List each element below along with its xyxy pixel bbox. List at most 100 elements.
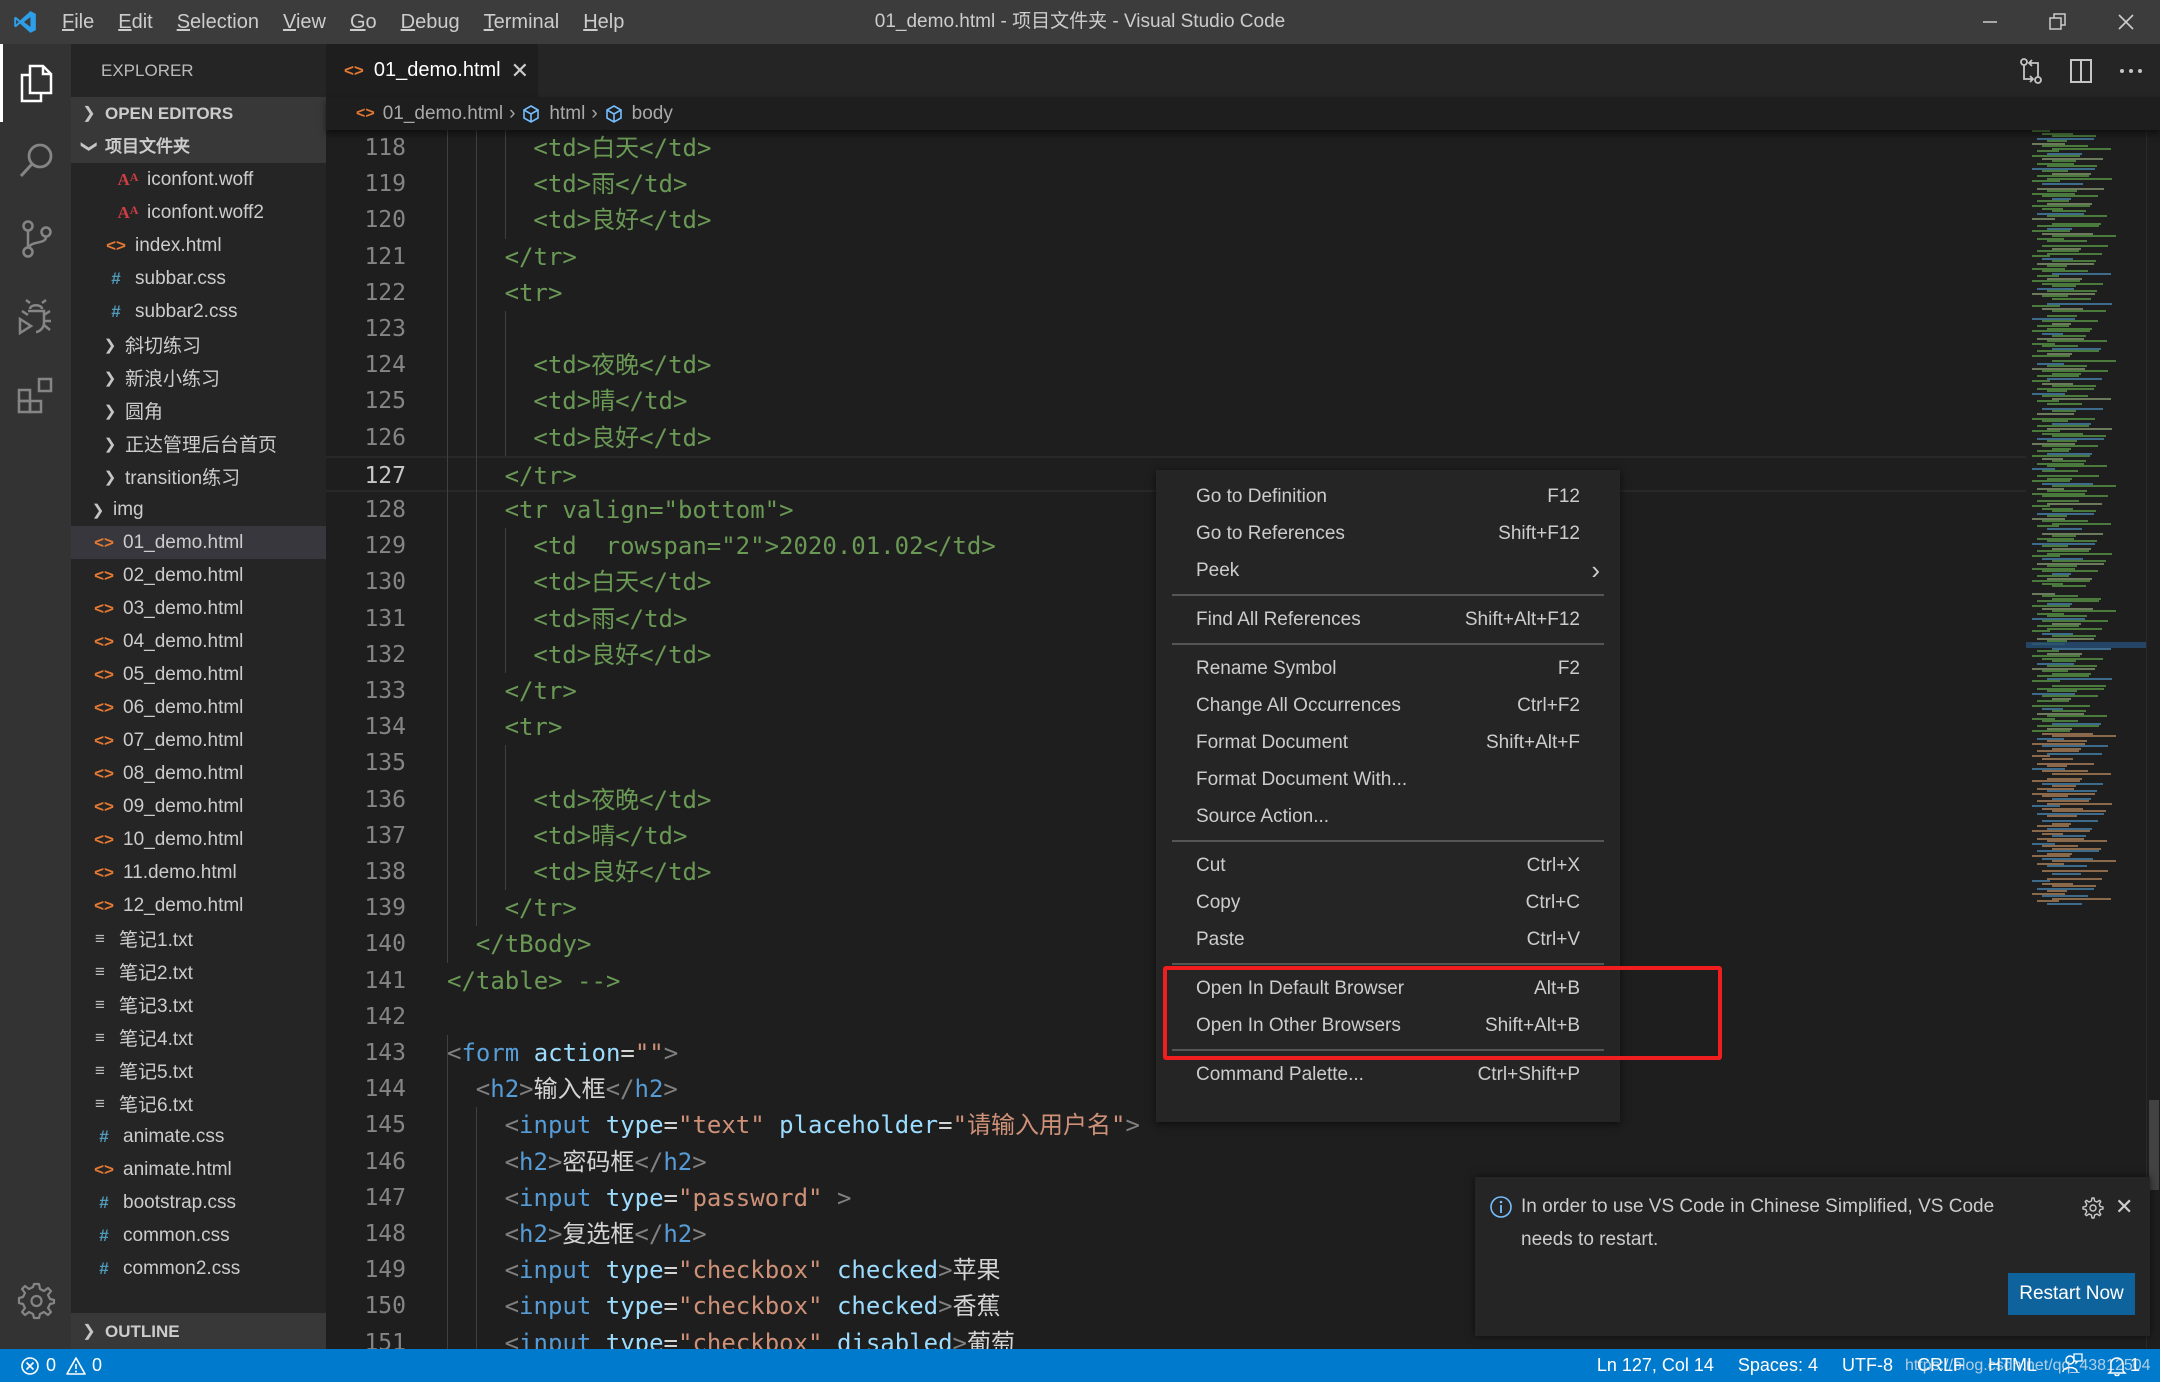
folder-item[interactable]: ❯ transition练习 [71,460,326,493]
context-menu-item[interactable]: Command Palette... Ctrl+Shift+P [1156,1056,1620,1093]
menu-help[interactable]: Help [571,0,636,44]
breadcrumb-file[interactable]: 01_demo.html [383,103,503,125]
eol-status[interactable]: CRLF [1917,1355,1964,1376]
file-item[interactable]: <> 05_demo.html [71,658,326,691]
breadcrumb-html[interactable]: html [549,103,585,125]
file-item[interactable]: <> 01_demo.html [71,526,326,559]
context-menu-item[interactable]: Format Document Shift+Alt+F [1156,724,1620,761]
file-item[interactable]: # animate.css [71,1120,326,1153]
line-content: <td>白天</td> [533,564,711,600]
minimap-line [2047,840,2107,842]
file-item[interactable]: A A iconfont.woff2 [71,196,326,229]
file-item[interactable]: # bootstrap.css [71,1186,326,1219]
feedback-button[interactable] [2061,1352,2083,1379]
activity-source-control[interactable] [0,200,71,278]
context-menu-item[interactable]: Open In Default Browser Alt+B [1156,970,1620,1007]
title-bar: File Edit Selection View Go Debug Terminal Help… [0,0,2160,44]
menu-go[interactable]: Go [338,0,389,44]
file-item[interactable]: ≡ 笔记5.txt [71,1054,326,1087]
scrollbar-thumb[interactable] [2149,1100,2159,1190]
restart-now-button[interactable]: Restart Now [2008,1273,2135,1315]
activity-explorer[interactable] [0,44,71,122]
file-item[interactable]: ≡ 笔记2.txt [71,955,326,988]
file-item[interactable]: <> 02_demo.html [71,559,326,592]
notification-close-icon[interactable]: ✕ [2115,1194,2133,1220]
notifications-button[interactable]: 1 [2107,1355,2140,1377]
outline-section[interactable]: ❯ OUTLINE [71,1313,326,1349]
folder-item[interactable]: ❯ 正达管理后台首页 [71,427,326,460]
activity-manage[interactable] [0,1261,71,1339]
problems-status[interactable]: 0 0 [0,1355,102,1376]
restore-button[interactable] [2024,0,2092,44]
menu-item-shortcut: Shift+Alt+B [1484,1014,1580,1036]
menu-terminal[interactable]: Terminal [472,0,572,44]
open-editors-section[interactable]: ❯ OPEN EDITORS [71,97,326,130]
file-item[interactable]: <> 09_demo.html [71,790,326,823]
file-item[interactable]: <> 04_demo.html [71,625,326,658]
context-menu-item[interactable]: Rename Symbol F2 [1156,650,1620,687]
indentation-status[interactable]: Spaces: 4 [1738,1355,1818,1376]
file-item[interactable]: <> index.html [71,229,326,262]
file-item[interactable]: ≡ 笔记6.txt [71,1087,326,1120]
more-actions-button[interactable] [2116,56,2146,86]
context-menu-item[interactable]: Copy Ctrl+C [1156,884,1620,921]
context-menu-item[interactable]: Format Document With... [1156,761,1620,798]
file-item[interactable]: # subbar2.css [71,295,326,328]
token: = [663,1256,678,1285]
folder-item[interactable]: ❯ img [71,493,326,526]
minimize-button[interactable] [1956,0,2024,44]
folder-item[interactable]: ❯ 斜切练习 [71,328,326,361]
context-menu-item[interactable]: Cut Ctrl+X [1156,847,1620,884]
notification-settings-icon[interactable] [2081,1196,2105,1225]
file-item[interactable]: <> 11.demo.html [71,856,326,889]
context-menu-item[interactable]: Source Action... [1156,798,1620,835]
file-item[interactable]: <> 12_demo.html [71,889,326,922]
file-item[interactable]: <> 08_demo.html [71,757,326,790]
vertical-scrollbar[interactable] [2146,130,2160,1349]
file-item[interactable]: A A iconfont.woff [71,163,326,196]
file-item[interactable]: <> animate.html [71,1153,326,1186]
breadcrumb-body[interactable]: body [632,103,673,125]
context-menu-item[interactable]: Find All References Shift+Alt+F12 [1156,601,1620,638]
activity-search[interactable] [0,122,71,200]
minimap-slider[interactable] [2026,642,2146,648]
menu-debug[interactable]: Debug [389,0,472,44]
menu-file[interactable]: File [50,0,106,44]
minimap[interactable] [2026,130,2146,1349]
context-menu-item[interactable]: Go to References Shift+F12 [1156,515,1620,552]
context-menu-item[interactable]: Paste Ctrl+V [1156,921,1620,958]
activity-extensions[interactable] [0,356,71,434]
activity-debug[interactable] [0,278,71,356]
file-item[interactable]: <> 10_demo.html [71,823,326,856]
token: < [447,1039,462,1067]
menu-selection[interactable]: Selection [165,0,271,44]
cursor-position[interactable]: Ln 127, Col 14 [1597,1355,1714,1376]
file-item[interactable]: <> 06_demo.html [71,691,326,724]
file-item[interactable]: ≡ 笔记1.txt [71,922,326,955]
split-editor-button[interactable] [2066,56,2096,86]
file-item[interactable]: ≡ 笔记3.txt [71,988,326,1021]
file-item[interactable]: <> 07_demo.html [71,724,326,757]
token: action [533,1039,621,1067]
language-mode-status[interactable]: HTML [1988,1355,2037,1376]
folder-section[interactable]: ❯ 项目文件夹 [71,130,326,163]
close-window-button[interactable] [2092,0,2160,44]
close-tab-icon[interactable]: ✕ [511,58,529,84]
encoding-status[interactable]: UTF-8 [1842,1355,1893,1376]
menu-view[interactable]: View [271,0,338,44]
context-menu-item[interactable]: Change All Occurrences Ctrl+F2 [1156,687,1620,724]
folder-item[interactable]: ❯ 新浪小练习 [71,361,326,394]
tab-01-demo-html[interactable]: <> 01_demo.html ✕ [326,44,538,97]
context-menu-item[interactable]: Go to Definition F12 [1156,478,1620,515]
file-item[interactable]: # common2.css [71,1252,326,1285]
context-menu-item[interactable]: Open In Other Browsers Shift+Alt+B [1156,1007,1620,1044]
menu-edit[interactable]: Edit [106,0,164,44]
context-menu-item[interactable]: Peek › [1156,552,1620,589]
file-item[interactable]: ≡ 笔记4.txt [71,1021,326,1054]
html-file-icon: <> [356,104,375,122]
open-changes-button[interactable] [2016,56,2046,86]
folder-item[interactable]: ❯ 圆角 [71,394,326,427]
file-item[interactable]: # subbar.css [71,262,326,295]
file-item[interactable]: # common.css [71,1219,326,1252]
file-item[interactable]: <> 03_demo.html [71,592,326,625]
